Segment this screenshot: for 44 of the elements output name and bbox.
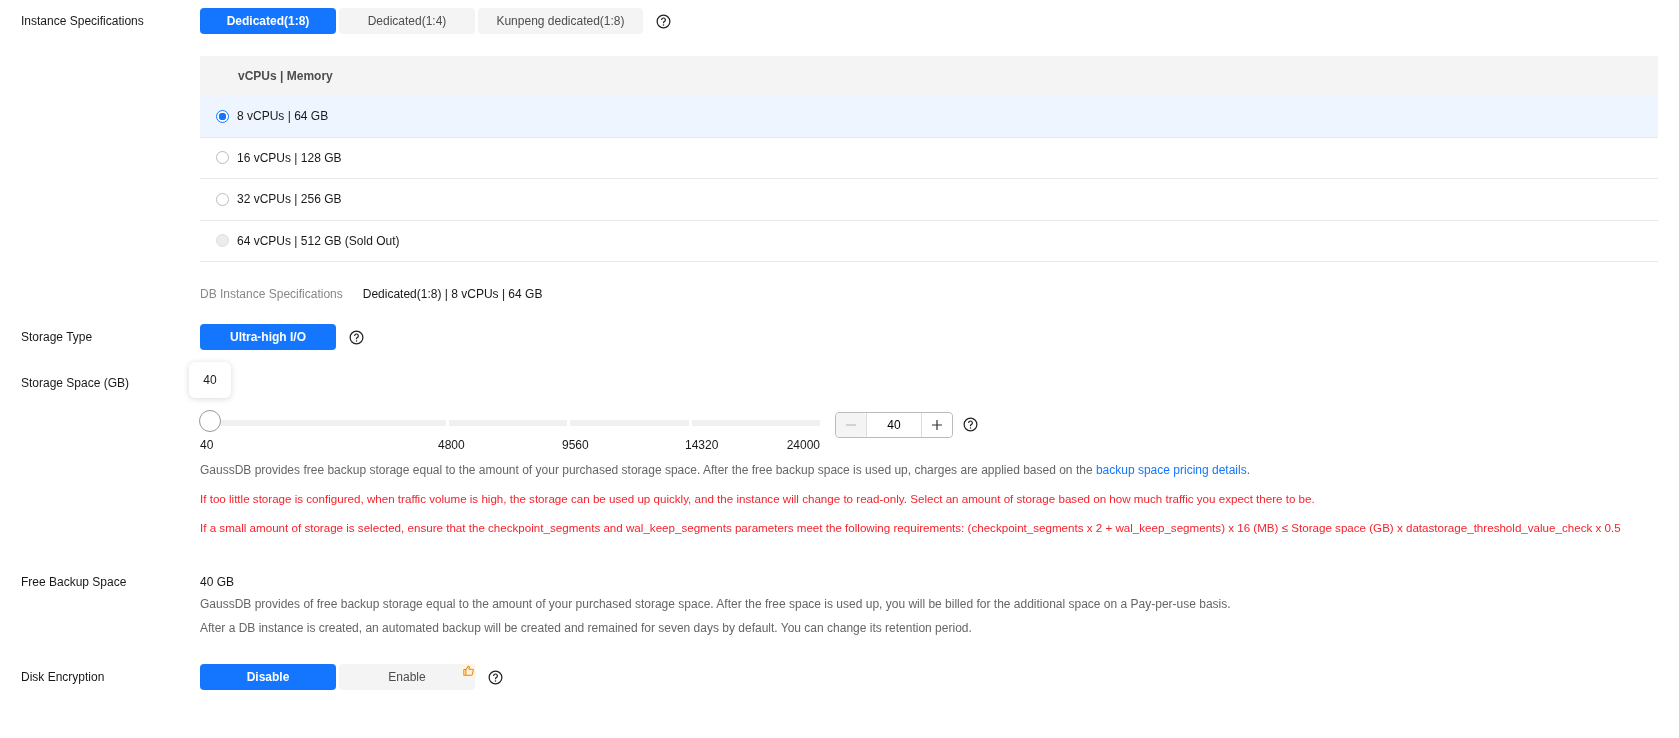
encryption-option[interactable]: Enable bbox=[339, 664, 475, 690]
summary-label: DB Instance Specifications bbox=[200, 286, 343, 303]
pricing-link[interactable]: backup space pricing details bbox=[1095, 463, 1247, 477]
field-label: Instance Specifications bbox=[21, 13, 145, 30]
field-label: Free Backup Space bbox=[21, 574, 128, 591]
backup-note: GaussDB provides of free backup storage equal to the amount of your purchased storage space. After the free space is used up, you will be billed for the additional space on a Pay-per-use basis. bbox=[200, 596, 1232, 612]
radio-button[interactable] bbox=[216, 192, 229, 206]
help-icon[interactable] bbox=[656, 13, 671, 29]
spec-type-tab[interactable]: Dedicated(1:8) bbox=[200, 8, 336, 34]
spec-option-text: 32 vCPUs | 256 GB bbox=[237, 192, 342, 207]
summary-value: Dedicated(1:8) | 8 vCPUs | 64 GB bbox=[362, 286, 543, 303]
spec-type-tab[interactable]: Dedicated(1:4) bbox=[339, 8, 475, 34]
spec-type-tab[interactable]: Kunpeng dedicated(1:8) bbox=[478, 8, 643, 34]
spec-row[interactable]: 32 vCPUs | 256 GB bbox=[200, 179, 1658, 221]
storage-stepper[interactable]: 40 bbox=[835, 412, 953, 438]
tick-label: 40 bbox=[200, 438, 214, 452]
storage-note: GaussDB provides free backup storage equal to the amount of your purchased storage space. After the free backup space is used up, charges are applied based on the backup space pricing details. bbox=[200, 462, 1251, 478]
tick-label: 9560 bbox=[562, 438, 589, 452]
tick-label: 14320 bbox=[685, 438, 719, 452]
field-label: Disk Encryption bbox=[21, 669, 106, 686]
storage-note: If a small amount of storage is selected, ensure that the checkpoint_segments and wal_keep_segments parameters meet the following requirements: (checkpoint_segments x 2 + wal_keep_segments) x 16 (MB) ≤ Storage space (GB) x datastorage_threshold_value_check x 0.5 bbox=[200, 520, 1622, 536]
plus-icon bbox=[931, 419, 943, 431]
slider-thumb[interactable] bbox=[199, 410, 221, 432]
backup-space-value: 40 GB bbox=[200, 574, 236, 591]
spec-option-text: 64 vCPUs | 512 GB (Sold Out) bbox=[237, 233, 400, 248]
encryption-option[interactable]: Disable bbox=[200, 664, 336, 690]
storage-type-button[interactable]: Ultra-high I/O bbox=[200, 324, 336, 350]
help-icon[interactable] bbox=[963, 417, 978, 432]
radio-button[interactable] bbox=[216, 109, 229, 123]
storage-note: If too little storage is configured, when traffic volume is high, the storage can be used up quickly, and the instance will change to read-only. Select an amount of storage based on how much traffic you expect there to be. bbox=[200, 491, 1316, 507]
field-label: Storage Type bbox=[21, 329, 94, 346]
value-tooltip: 40 bbox=[189, 362, 231, 398]
help-icon[interactable] bbox=[488, 669, 503, 685]
help-icon[interactable] bbox=[349, 329, 364, 345]
spec-row[interactable]: 8 vCPUs | 64 GB bbox=[200, 96, 1658, 138]
tick-label: 4800 bbox=[438, 438, 465, 452]
spec-option-text: 16 vCPUs | 128 GB bbox=[237, 150, 342, 165]
spec-option-text: 8 vCPUs | 64 GB bbox=[237, 109, 329, 124]
backup-note: After a DB instance is created, an automated backup will be created and remained for seven days by default. You can change its retention period. bbox=[200, 620, 973, 636]
field-label: Storage Space (GB) bbox=[21, 375, 131, 392]
column-header: vCPUs | Memory bbox=[238, 69, 333, 83]
tick-label: 24000 bbox=[786, 438, 820, 452]
radio-button[interactable] bbox=[216, 151, 229, 165]
spec-row[interactable]: 16 vCPUs | 128 GB bbox=[200, 137, 1658, 179]
